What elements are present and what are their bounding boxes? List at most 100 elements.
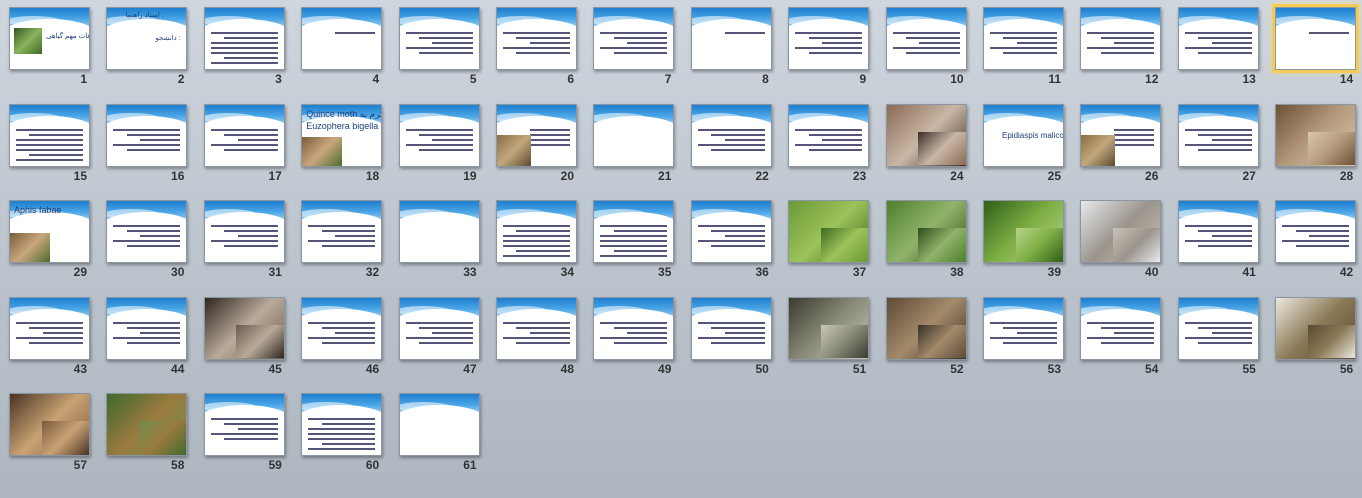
slide-thumbnail[interactable]: استاد راهنما : دانشجو : (106, 7, 188, 70)
slide-thumbnail[interactable] (203, 103, 285, 167)
slide-thumbnail[interactable] (301, 200, 383, 263)
slide-thumbnail-cell[interactable]: 56 (1266, 290, 1362, 386)
slide-thumbnail-cell[interactable]: 11 (974, 0, 1071, 96)
slide-thumbnail-cell[interactable]: 6 (487, 0, 584, 96)
slide-thumbnail-cell[interactable]: 52 (877, 290, 974, 386)
slide-thumbnail[interactable] (106, 103, 188, 167)
slide-thumbnail[interactable] (398, 103, 480, 167)
slide-thumbnail-cell[interactable]: 8 (682, 0, 779, 96)
slide-thumbnail-cell[interactable]: 7 (584, 0, 681, 96)
slide-thumbnail[interactable] (885, 7, 967, 70)
slide-thumbnail[interactable] (1080, 7, 1162, 70)
slide-thumbnail[interactable] (9, 393, 90, 456)
slide-thumbnail[interactable] (106, 200, 188, 263)
slide-thumbnail-cell[interactable]: 44 (97, 290, 194, 386)
slide-thumbnail[interactable] (106, 296, 188, 360)
slide-thumbnail-cell[interactable]: 4 (292, 0, 389, 96)
slide-thumbnail-cell[interactable]: 43 (0, 290, 97, 386)
slide-thumbnail[interactable]: Quince moth کرم به Euzophera bigella (301, 103, 383, 167)
slide-thumbnail-cell[interactable]: آفات مهم گیاهی 1 (0, 0, 97, 96)
slide-thumbnail[interactable] (203, 393, 285, 456)
slide-thumbnail[interactable] (1080, 103, 1162, 167)
slide-thumbnail-cell[interactable]: 27 (1169, 97, 1266, 193)
slide-thumbnail[interactable] (301, 393, 383, 456)
slide-thumbnail-cell[interactable]: 53 (974, 290, 1071, 386)
slide-thumbnail-cell[interactable]: 55 (1169, 290, 1266, 386)
slide-thumbnail[interactable] (1177, 200, 1259, 263)
slide-thumbnail[interactable]: آفات مهم گیاهی (9, 7, 90, 70)
slide-thumbnail-cell[interactable]: 37 (779, 193, 876, 289)
slide-thumbnail[interactable] (690, 7, 772, 70)
slide-thumbnail[interactable] (983, 7, 1064, 70)
slide-thumbnail-cell[interactable]: استاد راهنما : دانشجو : 2 (97, 0, 194, 96)
slide-thumbnail-cell[interactable]: 15 (0, 97, 97, 193)
slide-thumbnail-cell[interactable]: 58 (97, 386, 194, 482)
slide-thumbnail[interactable] (9, 296, 90, 360)
slide-thumbnail-cell[interactable]: 60 (292, 386, 389, 482)
slide-thumbnail-cell[interactable]: 59 (195, 386, 292, 482)
slide-thumbnail-cell[interactable]: 42 (1266, 193, 1362, 289)
slide-thumbnail[interactable] (1275, 200, 1357, 263)
slide-thumbnail-cell[interactable]: 12 (1071, 0, 1168, 96)
slide-thumbnail[interactable] (496, 200, 577, 263)
slide-thumbnail[interactable] (398, 393, 480, 456)
slide-thumbnail-cell[interactable]: 57 (0, 386, 97, 482)
slide-thumbnail-cell[interactable]: 46 (292, 290, 389, 386)
slide-thumbnail[interactable] (398, 200, 480, 263)
slide-thumbnail-cell[interactable]: 22 (682, 97, 779, 193)
slide-thumbnail[interactable] (398, 7, 480, 70)
slide-thumbnail-cell[interactable]: 14 (1266, 0, 1362, 96)
slide-thumbnail-cell[interactable]: Quince moth کرم به Euzophera bigella 18 (292, 97, 389, 193)
slide-thumbnail-cell[interactable]: 48 (487, 290, 584, 386)
slide-thumbnail-cell[interactable]: 30 (97, 193, 194, 289)
slide-thumbnail[interactable] (1272, 4, 1360, 73)
slide-thumbnail-cell[interactable]: 3 (195, 0, 292, 96)
slide-thumbnail[interactable] (1275, 103, 1357, 167)
slide-thumbnail-cell[interactable]: Aphis fabae 29 (0, 193, 97, 289)
slide-thumbnail-cell[interactable]: 35 (584, 193, 681, 289)
slide-thumbnail-cell[interactable]: Epidiaspis malicola 25 (974, 97, 1071, 193)
slide-thumbnail[interactable]: Epidiaspis malicola (983, 103, 1064, 167)
slide-thumbnail-cell[interactable]: 36 (682, 193, 779, 289)
slide-thumbnail[interactable] (788, 7, 870, 70)
slide-thumbnail[interactable] (1275, 296, 1357, 360)
slide-thumbnail[interactable] (203, 296, 285, 360)
slide-thumbnail-cell[interactable]: 21 (584, 97, 681, 193)
slide-thumbnail[interactable] (1177, 7, 1259, 70)
slide-thumbnail[interactable] (593, 103, 675, 167)
slide-thumbnail-cell[interactable]: 45 (195, 290, 292, 386)
slide-thumbnail[interactable] (690, 296, 772, 360)
slide-thumbnail-cell[interactable]: 20 (487, 97, 584, 193)
slide-thumbnail-cell[interactable]: 23 (779, 97, 876, 193)
slide-thumbnail-cell[interactable]: 28 (1266, 97, 1362, 193)
slide-thumbnail[interactable] (983, 296, 1064, 360)
slide-thumbnail[interactable] (690, 200, 772, 263)
slide-thumbnail-cell[interactable]: 5 (390, 0, 487, 96)
slide-thumbnail-cell[interactable]: 24 (877, 97, 974, 193)
slide-thumbnail[interactable] (885, 103, 967, 167)
slide-thumbnail[interactable] (885, 296, 967, 360)
slide-thumbnail-cell[interactable]: 39 (974, 193, 1071, 289)
slide-thumbnail-cell[interactable]: 47 (390, 290, 487, 386)
slide-thumbnail-cell[interactable]: 54 (1071, 290, 1168, 386)
slide-thumbnail[interactable] (983, 200, 1064, 263)
slide-thumbnail-cell[interactable]: 61 (390, 386, 487, 482)
slide-thumbnail[interactable] (1080, 296, 1162, 360)
slide-thumbnail-cell[interactable]: 51 (779, 290, 876, 386)
slide-thumbnail[interactable] (788, 296, 870, 360)
slide-thumbnail-cell[interactable]: 31 (195, 193, 292, 289)
slide-thumbnail[interactable] (1177, 103, 1259, 167)
slide-thumbnail[interactable] (203, 200, 285, 263)
slide-thumbnail[interactable] (398, 296, 480, 360)
slide-thumbnail-cell[interactable]: 13 (1169, 0, 1266, 96)
slide-thumbnail-cell[interactable]: 17 (195, 97, 292, 193)
slide-thumbnail[interactable] (203, 7, 285, 70)
slide-thumbnail[interactable] (1177, 296, 1259, 360)
slide-thumbnail[interactable] (1080, 200, 1162, 263)
slide-thumbnail[interactable] (496, 296, 577, 360)
slide-thumbnail-cell[interactable]: 41 (1169, 193, 1266, 289)
slide-thumbnail[interactable] (593, 296, 675, 360)
slide-thumbnail-cell[interactable]: 38 (877, 193, 974, 289)
slide-thumbnail-cell[interactable]: 19 (390, 97, 487, 193)
slide-thumbnail-cell[interactable]: 10 (877, 0, 974, 96)
